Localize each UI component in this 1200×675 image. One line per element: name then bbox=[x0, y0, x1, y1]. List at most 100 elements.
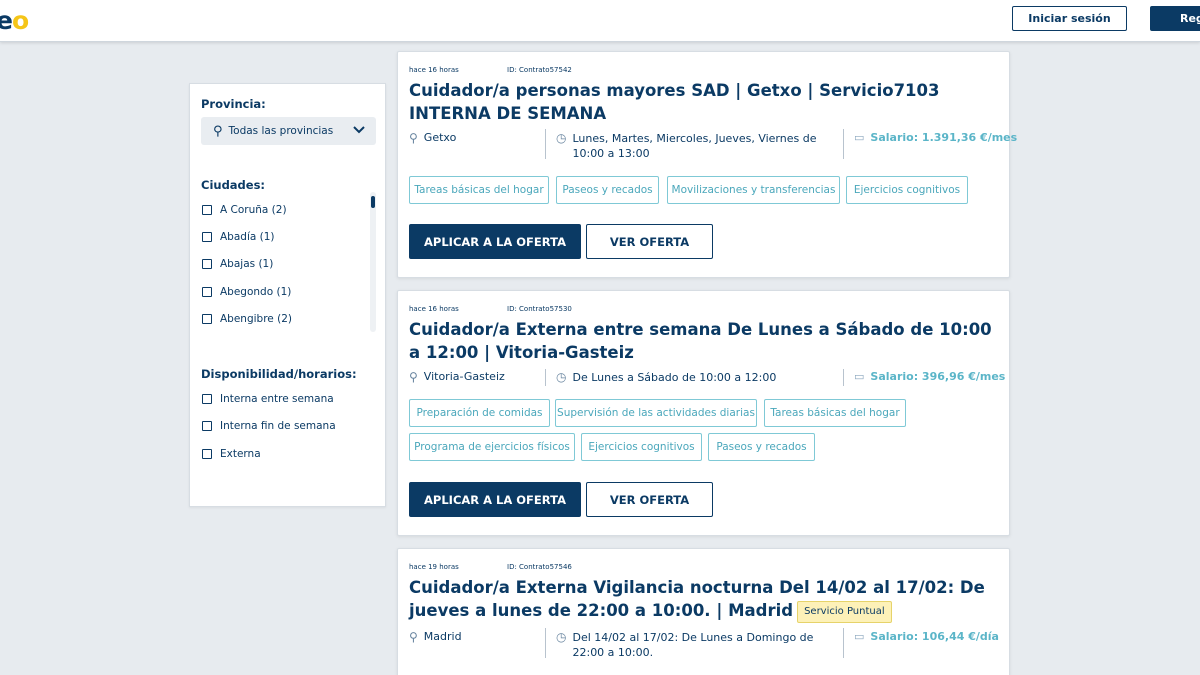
availability-option[interactable]: Interna entre semana bbox=[202, 393, 334, 405]
job-id: ID: Contrato57546 bbox=[507, 563, 572, 571]
checkbox[interactable] bbox=[202, 259, 212, 269]
availability-option-label: Interna fin de semana bbox=[220, 420, 336, 432]
checkbox[interactable] bbox=[202, 232, 212, 242]
city-option[interactable]: Abengibre (2) bbox=[202, 313, 292, 325]
location-pin-icon: ⚲ bbox=[213, 123, 223, 139]
view-offer-button[interactable]: VER OFERTA bbox=[586, 482, 713, 517]
skill-tag: Preparación de comidas bbox=[409, 399, 550, 427]
job-card: hace 16 horas ID: Contrato57530 Cuidador… bbox=[397, 290, 1010, 536]
divider bbox=[843, 129, 844, 159]
filters-sidebar: Provincia: ⚲ Todas las provincias Ciudad… bbox=[189, 83, 386, 507]
job-title[interactable]: Cuidador/a Externa Vigilancia nocturna D… bbox=[409, 576, 994, 623]
checkbox[interactable] bbox=[202, 205, 212, 215]
city-option[interactable]: Abadía (1) bbox=[202, 231, 275, 243]
skill-tag: Ejercicios cognitivos bbox=[846, 176, 968, 204]
location-pin-icon: ⚲ bbox=[409, 131, 418, 145]
province-label: Provincia: bbox=[201, 97, 266, 111]
job-location: ⚲ Getxo bbox=[409, 131, 456, 145]
money-icon: ▭ bbox=[854, 370, 865, 383]
logo-letter-e: e bbox=[0, 6, 13, 35]
location-pin-icon: ⚲ bbox=[409, 370, 418, 384]
divider bbox=[545, 369, 546, 386]
job-card: hace 16 horas ID: Contrato57542 Cuidador… bbox=[397, 51, 1017, 278]
cities-scrollbar[interactable] bbox=[370, 192, 376, 332]
login-button[interactable]: Iniciar sesión bbox=[1012, 6, 1127, 31]
job-schedule-text: De Lunes a Sábado de 10:00 a 12:00 bbox=[572, 371, 777, 384]
skill-tag: Tareas básicas del hogar bbox=[409, 176, 549, 204]
province-select[interactable]: ⚲ Todas las provincias bbox=[201, 117, 376, 145]
city-option-label: Abegondo (1) bbox=[220, 286, 292, 298]
top-header: eo Iniciar sesión Reg bbox=[0, 0, 1200, 42]
job-card: hace 19 horas ID: Contrato57546 Cuidador… bbox=[397, 548, 1010, 675]
city-option[interactable]: Abajas (1) bbox=[202, 258, 273, 270]
skill-tag: Supervisión de las actividades diarias bbox=[555, 399, 757, 427]
posted-time: hace 16 horas bbox=[409, 66, 459, 74]
job-meta: hace 19 horas ID: Contrato57546 bbox=[409, 563, 572, 571]
divider bbox=[545, 628, 546, 658]
job-schedule: ◷ Lunes, Martes, Miercoles, Jueves, Viern… bbox=[556, 131, 840, 161]
checkbox[interactable] bbox=[202, 449, 212, 459]
checkbox[interactable] bbox=[202, 314, 212, 324]
availability-option[interactable]: Externa bbox=[202, 448, 261, 460]
clock-icon: ◷ bbox=[556, 131, 567, 145]
job-salary-text: Salario: 1.391,36 €/mes bbox=[870, 131, 1018, 144]
skill-tag: Movilizaciones y transferencias bbox=[667, 176, 840, 204]
apply-button[interactable]: APLICAR A LA OFERTA bbox=[409, 482, 581, 517]
job-id: ID: Contrato57530 bbox=[507, 305, 572, 313]
service-badge: Servicio Puntual bbox=[797, 601, 892, 623]
view-offer-button[interactable]: VER OFERTA bbox=[586, 224, 713, 259]
city-option-label: Abadía (1) bbox=[220, 231, 275, 243]
job-location-text: Madrid bbox=[423, 630, 462, 643]
availability-label: Disponibilidad/horarios: bbox=[201, 367, 357, 381]
clock-icon: ◷ bbox=[556, 630, 567, 644]
checkbox[interactable] bbox=[202, 287, 212, 297]
city-option-label: A Coruña (2) bbox=[220, 204, 287, 216]
job-title[interactable]: Cuidador/a personas mayores SAD | Getxo … bbox=[409, 79, 994, 125]
job-salary: ▭ Salario: 106,44 €/día bbox=[854, 630, 999, 643]
availability-option[interactable]: Interna fin de semana bbox=[202, 420, 336, 432]
job-location: ⚲ Vitoria-Gasteiz bbox=[409, 370, 505, 384]
cities-scrollbar-thumb[interactable] bbox=[371, 196, 375, 208]
skill-tag: Tareas básicas del hogar bbox=[764, 399, 906, 427]
logo-letter-o: o bbox=[11, 6, 29, 35]
checkbox[interactable] bbox=[202, 394, 212, 404]
job-id: ID: Contrato57542 bbox=[507, 66, 572, 74]
city-option-label: Abajas (1) bbox=[220, 258, 274, 270]
posted-time: hace 19 horas bbox=[409, 563, 459, 571]
skill-tag: Programa de ejercicios físicos bbox=[409, 433, 575, 461]
job-salary-text: Salario: 106,44 €/día bbox=[870, 630, 999, 643]
money-icon: ▭ bbox=[854, 630, 865, 643]
apply-button[interactable]: APLICAR A LA OFERTA bbox=[409, 224, 581, 259]
job-salary: ▭ Salario: 396,96 €/mes bbox=[854, 370, 1005, 383]
availability-option-label: Externa bbox=[220, 448, 261, 460]
job-schedule-text: Lunes, Martes, Miercoles, Jueves, Vierne… bbox=[572, 132, 817, 160]
chevron-down-icon bbox=[353, 126, 365, 134]
site-logo[interactable]: eo bbox=[0, 6, 29, 35]
register-button[interactable]: Reg bbox=[1150, 6, 1200, 31]
job-schedule-text: Del 14/02 al 17/02: De Lunes a Domingo d… bbox=[572, 631, 814, 659]
job-meta: hace 16 horas ID: Contrato57542 bbox=[409, 66, 572, 74]
job-title[interactable]: Cuidador/a Externa entre semana De Lunes… bbox=[409, 318, 994, 364]
job-location-text: Getxo bbox=[423, 131, 457, 144]
divider bbox=[545, 129, 546, 159]
divider bbox=[843, 369, 844, 386]
skill-tag: Ejercicios cognitivos bbox=[581, 433, 702, 461]
clock-icon: ◷ bbox=[556, 370, 567, 384]
job-meta: hace 16 horas ID: Contrato57530 bbox=[409, 305, 572, 313]
money-icon: ▭ bbox=[854, 131, 865, 144]
skill-tag: Paseos y recados bbox=[708, 433, 815, 461]
availability-option-label: Interna entre semana bbox=[220, 393, 334, 405]
city-option-label: Abengibre (2) bbox=[220, 313, 292, 325]
city-option[interactable]: Abegondo (1) bbox=[202, 286, 291, 298]
job-location-text: Vitoria-Gasteiz bbox=[423, 370, 505, 383]
checkbox[interactable] bbox=[202, 421, 212, 431]
job-schedule: ◷ Del 14/02 al 17/02: De Lunes a Domingo … bbox=[556, 630, 840, 660]
cities-label: Ciudades: bbox=[201, 178, 266, 192]
city-option[interactable]: A Coruña (2) bbox=[202, 204, 287, 216]
job-location: ⚲ Madrid bbox=[409, 630, 462, 644]
location-pin-icon: ⚲ bbox=[409, 630, 418, 644]
job-schedule: ◷ De Lunes a Sábado de 10:00 a 12:00 bbox=[556, 370, 840, 385]
job-salary-text: Salario: 396,96 €/mes bbox=[870, 370, 1006, 383]
job-title-text[interactable]: Cuidador/a Externa Vigilancia nocturna D… bbox=[409, 578, 985, 620]
divider bbox=[843, 628, 844, 658]
